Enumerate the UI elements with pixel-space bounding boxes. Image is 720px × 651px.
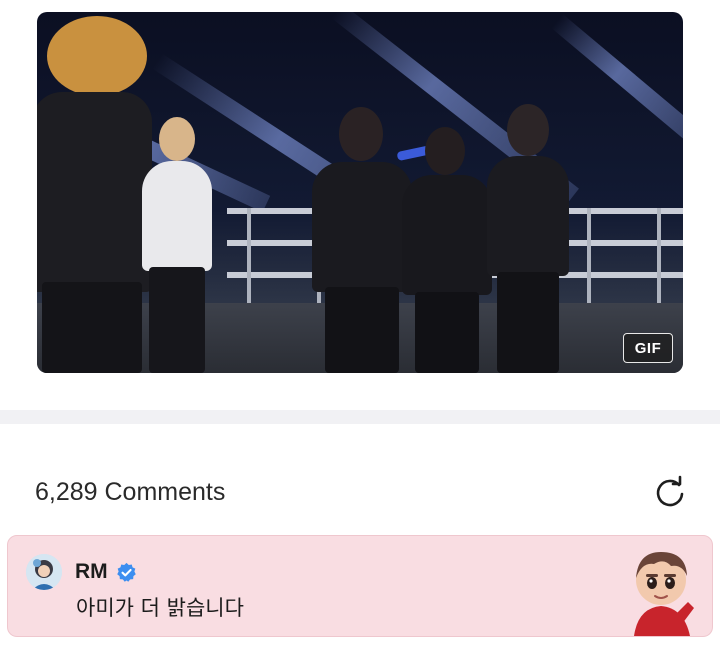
comment-text: 아미가 더 밝습니다 (76, 596, 244, 620)
refresh-icon (656, 475, 684, 507)
refresh-button[interactable] (650, 472, 690, 512)
page: GIF 6,289 Comments RM 아미가 더 밝습니다 (0, 0, 720, 651)
section-divider (0, 410, 720, 424)
comments-header: 6,289 Comments (35, 470, 690, 514)
comments-count: 6,289 Comments (35, 477, 226, 506)
author-row: RM (75, 560, 137, 584)
avatar[interactable] (26, 554, 62, 590)
gif-media[interactable]: GIF (37, 12, 683, 373)
pinned-comment[interactable]: RM 아미가 더 밝습니다 (7, 535, 713, 637)
author-name[interactable]: RM (75, 560, 108, 584)
gif-badge: GIF (623, 333, 673, 363)
verified-badge-icon (116, 562, 137, 583)
character-sticker (624, 546, 698, 636)
